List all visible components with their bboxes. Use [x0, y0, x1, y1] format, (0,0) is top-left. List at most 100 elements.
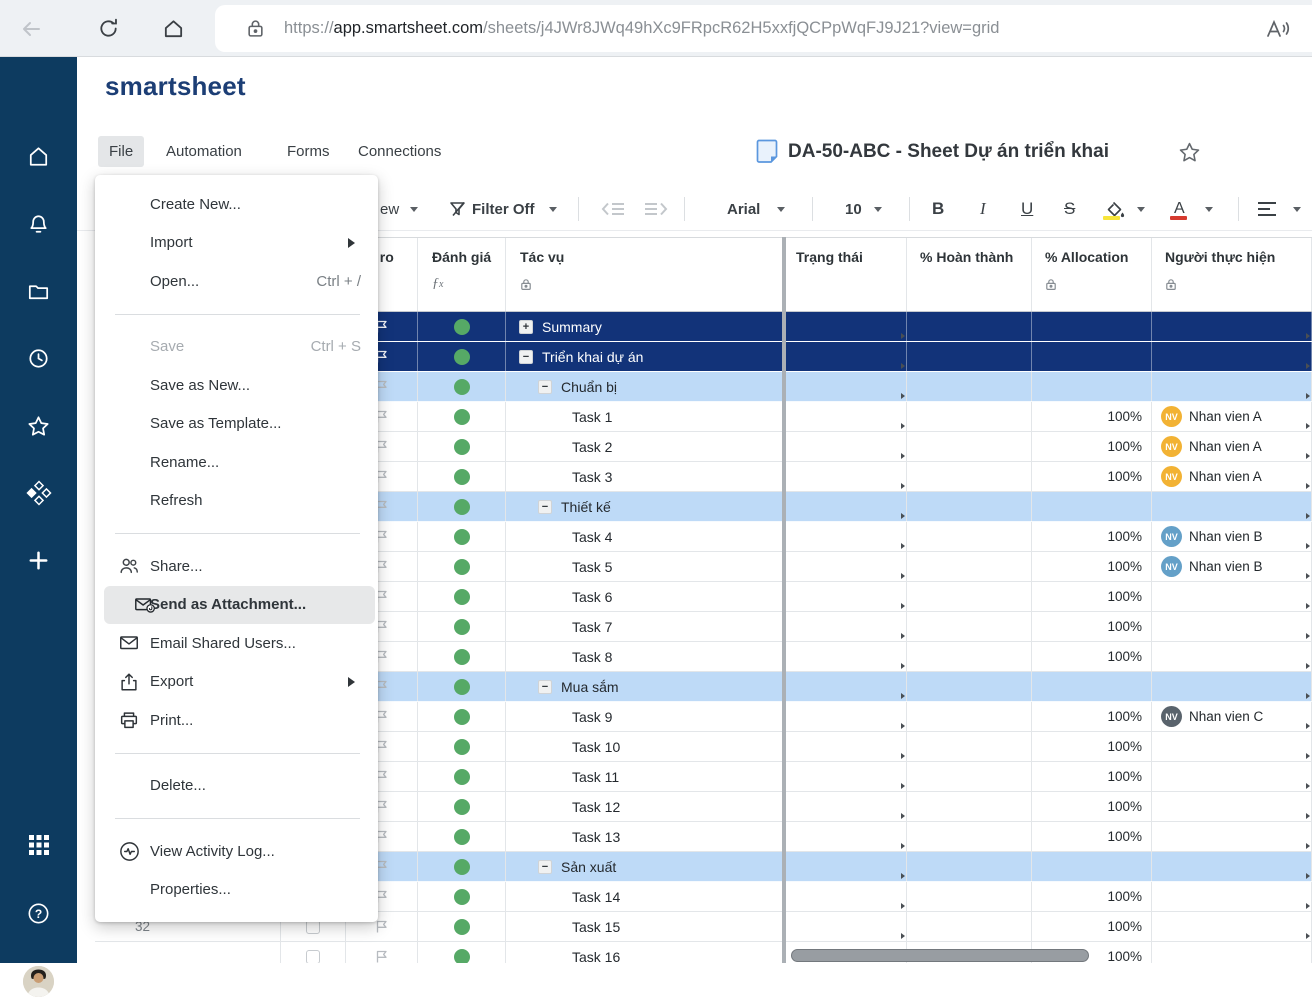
allocation-cell[interactable]: 100% — [1032, 612, 1152, 641]
collapse-toggle-icon[interactable]: − — [538, 860, 552, 874]
rating-cell[interactable] — [418, 342, 506, 371]
status-cell[interactable] — [783, 312, 907, 341]
header-rating-column[interactable]: Đánh giá ƒx — [418, 238, 506, 311]
menu-item-create-new[interactable]: Create New... — [95, 185, 378, 224]
complete-cell[interactable] — [907, 432, 1032, 461]
row-number-cell[interactable] — [95, 942, 281, 963]
task-cell[interactable]: −Mua sắm — [506, 672, 783, 701]
bold-button[interactable]: B — [932, 188, 944, 230]
assignee-cell[interactable]: NVNhan vien A — [1152, 432, 1312, 461]
complete-cell[interactable] — [907, 672, 1032, 701]
complete-cell[interactable] — [907, 912, 1032, 941]
assignee-cell[interactable] — [1152, 582, 1312, 611]
text-color-caret-icon[interactable] — [1205, 188, 1213, 230]
rating-cell[interactable] — [418, 822, 506, 851]
frozen-column-divider[interactable] — [782, 237, 786, 963]
status-cell[interactable] — [783, 522, 907, 551]
task-cell[interactable]: Task 10 — [506, 732, 783, 761]
rating-cell[interactable] — [418, 312, 506, 341]
fill-color-caret-icon[interactable] — [1137, 188, 1145, 230]
home-icon[interactable] — [0, 139, 77, 173]
status-cell[interactable] — [783, 822, 907, 851]
task-cell[interactable]: Task 14 — [506, 882, 783, 911]
app-launcher-icon[interactable] — [0, 828, 77, 862]
assignee-cell[interactable] — [1152, 822, 1312, 851]
allocation-cell[interactable]: 100% — [1032, 912, 1152, 941]
allocation-cell[interactable]: 100% — [1032, 462, 1152, 491]
rating-cell[interactable] — [418, 642, 506, 671]
rating-cell[interactable] — [418, 462, 506, 491]
risk-flag-cell[interactable] — [346, 942, 418, 963]
assignee-cell[interactable]: NVNhan vien B — [1152, 552, 1312, 581]
menu-item-share[interactable]: Share... — [95, 547, 378, 586]
complete-cell[interactable] — [907, 882, 1032, 911]
allocation-cell[interactable]: 100% — [1032, 402, 1152, 431]
task-cell[interactable]: Task 7 — [506, 612, 783, 641]
task-cell[interactable]: Task 15 — [506, 912, 783, 941]
assignee-cell[interactable] — [1152, 612, 1312, 641]
expand-toggle-icon[interactable]: + — [519, 320, 533, 334]
complete-cell[interactable] — [907, 552, 1032, 581]
rating-cell[interactable] — [418, 912, 506, 941]
rating-cell[interactable] — [418, 582, 506, 611]
status-cell[interactable] — [783, 882, 907, 911]
assignee-cell[interactable]: NVNhan vien C — [1152, 702, 1312, 731]
complete-cell[interactable] — [907, 492, 1032, 521]
status-cell[interactable] — [783, 642, 907, 671]
font-size-caret-icon[interactable] — [874, 188, 882, 230]
task-cell[interactable]: Task 11 — [506, 762, 783, 791]
rating-cell[interactable] — [418, 432, 506, 461]
rating-cell[interactable] — [418, 732, 506, 761]
assignee-cell[interactable] — [1152, 342, 1312, 371]
menu-item-rename[interactable]: Rename... — [95, 443, 378, 482]
status-cell[interactable] — [783, 762, 907, 791]
complete-cell[interactable] — [907, 582, 1032, 611]
complete-cell[interactable] — [907, 642, 1032, 671]
view-selector-caret-icon[interactable] — [410, 188, 418, 230]
menubar-file[interactable]: File — [98, 136, 144, 167]
assignee-cell[interactable] — [1152, 372, 1312, 401]
strikethrough-button[interactable]: S — [1064, 188, 1075, 230]
status-cell[interactable] — [783, 792, 907, 821]
task-cell[interactable]: Task 9 — [506, 702, 783, 731]
allocation-cell[interactable]: 100% — [1032, 882, 1152, 911]
task-cell[interactable]: Task 3 — [506, 462, 783, 491]
menubar-automation[interactable]: Automation — [155, 136, 253, 167]
rating-cell[interactable] — [418, 852, 506, 881]
task-cell[interactable]: −Triển khai dự án — [506, 342, 783, 371]
rating-cell[interactable] — [418, 672, 506, 701]
filter-button[interactable]: Filter Off — [472, 188, 535, 230]
task-cell[interactable]: Task 4 — [506, 522, 783, 551]
task-cell[interactable]: +Summary — [506, 312, 783, 341]
rating-cell[interactable] — [418, 882, 506, 911]
assignee-cell[interactable] — [1152, 492, 1312, 521]
menu-item-refresh[interactable]: Refresh — [95, 482, 378, 521]
browser-refresh-icon[interactable] — [93, 0, 123, 57]
rating-cell[interactable] — [418, 372, 506, 401]
rating-cell[interactable] — [418, 552, 506, 581]
help-icon[interactable]: ? — [0, 896, 77, 930]
rating-cell[interactable] — [418, 702, 506, 731]
row-checkbox[interactable] — [306, 950, 320, 964]
allocation-cell[interactable]: 100% — [1032, 432, 1152, 461]
assignee-cell[interactable]: NVNhan vien A — [1152, 402, 1312, 431]
complete-cell[interactable] — [907, 702, 1032, 731]
task-cell[interactable]: Task 6 — [506, 582, 783, 611]
collapse-toggle-icon[interactable]: − — [538, 680, 552, 694]
header-complete-column[interactable]: % Hoàn thành — [907, 238, 1032, 311]
menu-item-print[interactable]: Print... — [95, 701, 378, 740]
allocation-cell[interactable]: 100% — [1032, 822, 1152, 851]
allocation-cell[interactable]: 100% — [1032, 762, 1152, 791]
row-select-cell[interactable] — [281, 942, 346, 963]
status-cell[interactable] — [783, 372, 907, 401]
allocation-cell[interactable] — [1032, 372, 1152, 401]
filter-caret-icon[interactable] — [549, 188, 557, 230]
assignee-cell[interactable] — [1152, 912, 1312, 941]
allocation-cell[interactable]: 100% — [1032, 792, 1152, 821]
task-cell[interactable]: Task 16 — [506, 942, 783, 963]
menu-item-properties[interactable]: Properties... — [95, 871, 378, 910]
favorite-star-icon[interactable] — [1178, 141, 1201, 169]
rating-cell[interactable] — [418, 792, 506, 821]
indent-icon[interactable] — [643, 188, 669, 230]
complete-cell[interactable] — [907, 312, 1032, 341]
